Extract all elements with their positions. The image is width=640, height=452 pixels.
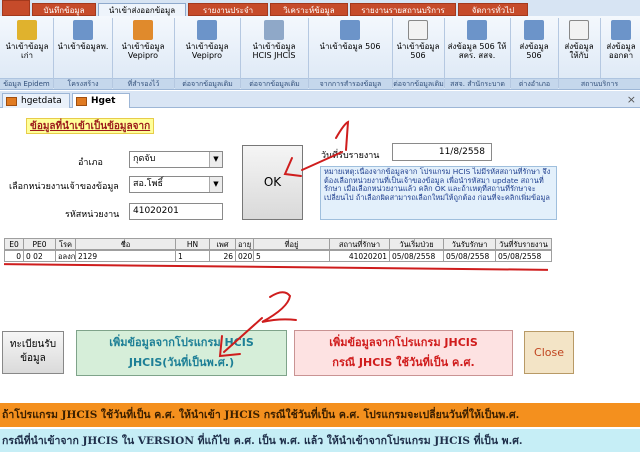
doc-tab-hgetdata[interactable]: hgetdata	[2, 93, 70, 108]
ribbon-import-vepipro-backup-button[interactable]: นำเข้าข้อมูล Vepipro	[114, 18, 172, 76]
menu-tab-unit-reports[interactable]: รายงานรายสถานบริการ	[350, 3, 456, 16]
ribbon-group-label: ต่างอำเภอ	[511, 78, 558, 89]
grid-header[interactable]: อายุ	[236, 238, 254, 250]
ribbon-send-unit-button[interactable]: ส่งข้อมูลให้กับ	[560, 18, 598, 76]
menu-tab-general[interactable]: จัดการทั่วไป	[458, 3, 528, 16]
ribbon-group-label: ข้อมูล Epidem	[0, 78, 53, 89]
table-row[interactable]: 0 0 02 อลงกรณ์ สอนพงษ์ 2129 1 26 020204 …	[4, 250, 552, 262]
grid-cell[interactable]: 05/08/2558	[496, 250, 552, 262]
checklist-icon	[569, 20, 589, 40]
note-text: หมายเหตุ:เนื่องจากข้อมูลจาก โปรแกรม HCIS…	[320, 166, 557, 220]
unit-label: เลือกหน่วยงานเจ้าของข้อมูล	[9, 182, 119, 192]
close-button[interactable]: Close	[524, 331, 574, 374]
grid-cell[interactable]: 5	[254, 250, 330, 262]
menu-tab-analysis[interactable]: วิเคราะห์ข้อมูล	[270, 3, 348, 16]
grid-header[interactable]: E0	[4, 238, 24, 250]
grid-header[interactable]: เพศ	[210, 238, 236, 250]
grid-header[interactable]: PE0	[24, 238, 56, 250]
amphoe-label: อำเภอ	[78, 158, 103, 168]
grid-cell[interactable]: 0 02	[24, 250, 56, 262]
database-import-icon	[197, 20, 217, 40]
grid-header[interactable]: ที่อยู่	[254, 238, 330, 250]
grid-cell[interactable]: 2129	[76, 250, 176, 262]
register-button[interactable]: ทะเบียนรับข้อมูล	[2, 331, 64, 374]
menu-tab-import-export[interactable]: นำเข้าส่งออกข้อมูล	[98, 3, 186, 17]
menu-tab-record[interactable]: บันทึกข้อมูล	[32, 3, 96, 16]
document-tab-bar: hgetdata Hget	[0, 91, 640, 108]
ribbon-import-506-button[interactable]: นำเข้าข้อมูล 506	[394, 18, 442, 76]
database-export-icon	[611, 20, 631, 40]
grid-cell[interactable]: อลงกรณ์ สอนพงษ์	[56, 250, 76, 262]
report-date-field[interactable]: 11/8/2558	[392, 143, 492, 161]
doc-tab-hget[interactable]: Hget	[72, 93, 130, 108]
add-from-hcis-be-button[interactable]: เพิ่มข้อมูลจากโปรแกรม HCIS JHCIS(วันที่เ…	[76, 330, 287, 376]
ribbon-import-hcis-button[interactable]: นำเข้าข้อมูล HCIS JHCIS	[242, 18, 306, 76]
menu-tab-reports[interactable]: รายงานประจำ	[188, 3, 268, 16]
ribbon-import-vepipro-button[interactable]: นำเข้าข้อมูล Vepipro	[176, 18, 238, 76]
checklist-icon	[408, 20, 428, 40]
amphoe-select[interactable]: กุดจับ ▼	[129, 151, 223, 168]
network-icon	[264, 20, 284, 40]
ribbon-send-506-button[interactable]: ส่งข้อมูล 506 ให้ สคร. สสจ.	[446, 18, 508, 76]
ribbon-group-label: ต่อจากข้อมูลเดิม	[241, 78, 308, 89]
database-icon	[17, 20, 37, 40]
report-date-label: วันที่รับรายงาน	[321, 151, 380, 161]
unit-code-label: รหัสหน่วยงาน	[65, 210, 120, 220]
menu-tab-bar: บันทึกข้อมูล นำเข้าส่งออกข้อมูล รายงานปร…	[0, 0, 640, 17]
ribbon-group-label: จากการสำรองข้อมูล	[309, 78, 392, 89]
grid-cell[interactable]: 05/08/2558	[444, 250, 496, 262]
grid-header[interactable]: สถานที่รักษา	[330, 238, 390, 250]
grid-cell[interactable]: 1	[176, 250, 210, 262]
grid-cell[interactable]: 0	[4, 250, 24, 262]
ok-button[interactable]: OK	[242, 145, 303, 220]
grid-header[interactable]: ชื่อ	[76, 238, 176, 250]
grid-cell[interactable]: 26	[210, 250, 236, 262]
office-menu-button[interactable]	[2, 0, 30, 16]
grid-cell[interactable]: 41020201	[330, 250, 390, 262]
books-icon	[133, 20, 153, 40]
chevron-down-icon[interactable]: ▼	[209, 177, 222, 192]
add-from-jhcis-ce-button[interactable]: เพิ่มข้อมูลจากโปรแกรม JHCIS กรณี JHCIS ใ…	[294, 330, 513, 376]
ribbon-group-label: ต่อจากข้อมูลเดิม	[175, 78, 240, 89]
grid-cell[interactable]: 05/08/2558	[390, 250, 444, 262]
form-icon	[76, 97, 87, 106]
grid-header[interactable]: โรค	[56, 238, 76, 250]
ribbon-send-506-district-button[interactable]: ส่งข้อมูล 506	[512, 18, 556, 76]
ribbon-import-structure-button[interactable]: นำเข้าข้อมูลพ.	[56, 18, 110, 76]
info-banner-ce: ถ้าโปรแกรม JHCIS ใช้วันที่เป็น ค.ศ. ให้น…	[0, 403, 640, 427]
grid-cell[interactable]: 020204	[236, 250, 254, 262]
ribbon-group-label: ที่สำรองไว้	[113, 78, 174, 89]
database-import-icon	[73, 20, 93, 40]
unit-select[interactable]: สอ.โพธิ์ ▼	[129, 176, 223, 193]
grid-header[interactable]: วันรับรักษา	[444, 238, 496, 250]
grid-header[interactable]: วันเริ่มป่วย	[390, 238, 444, 250]
ribbon-group-label: ต่อจากข้อมูลเดิม	[393, 78, 444, 89]
ribbon-group-label: สถานบริการ	[559, 78, 640, 89]
ribbon-import-old-button[interactable]: นำเข้าข้อมูลเก่า	[4, 18, 50, 76]
unit-code-field[interactable]: 41020201	[129, 203, 223, 220]
database-export-icon	[467, 20, 487, 40]
ribbon-group-label: โครงสร้าง Epidem	[54, 78, 112, 99]
ribbon-send-out-button[interactable]: ส่งข้อมูลออกดา	[602, 18, 640, 76]
database-import-icon	[340, 20, 360, 40]
ribbon-import-506-backup-button[interactable]: นำเข้าข้อมูล 506	[310, 18, 390, 76]
chevron-down-icon[interactable]: ▼	[209, 152, 222, 167]
info-banner-be: กรณีที่นำเข้าจาก JHCIS ใน VERSION ที่แก้…	[0, 429, 640, 452]
ribbon-group-label: สสจ. สำนักระบาด	[445, 78, 510, 89]
form-heading: ข้อมูลที่นำเข้าเป็นข้อมูลจาก	[26, 118, 155, 134]
form-icon	[6, 97, 17, 106]
grid-header[interactable]: วันที่รับรายงาน	[496, 238, 552, 250]
grid-header-row: E0 PE0 โรค ชื่อ HN เพศ อายุ ที่อยู่ สถาน…	[4, 238, 552, 250]
ribbon: นำเข้าข้อมูลเก่า นำเข้าข้อมูลพ. นำเข้าข้…	[0, 16, 640, 99]
close-icon[interactable]: ×	[627, 93, 636, 106]
grid-header[interactable]: HN	[176, 238, 210, 250]
database-export-icon	[524, 20, 544, 40]
